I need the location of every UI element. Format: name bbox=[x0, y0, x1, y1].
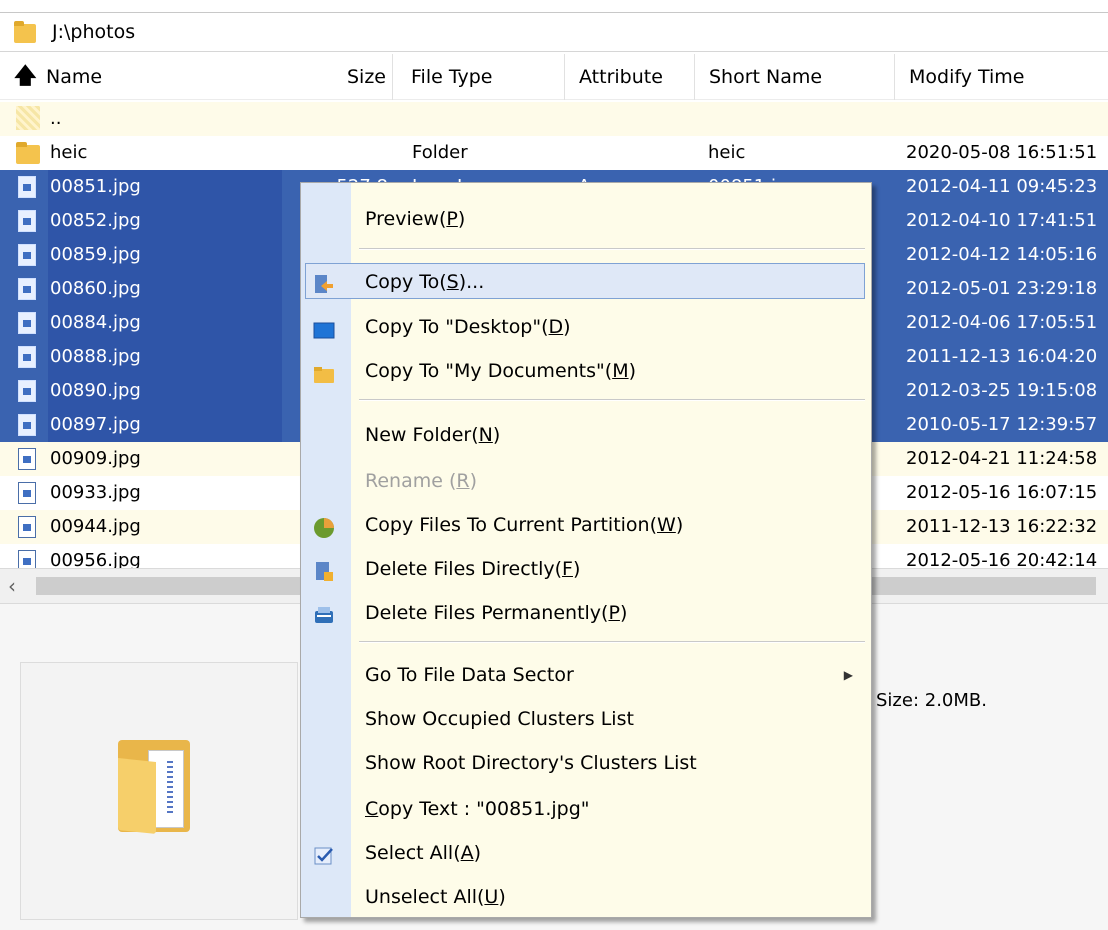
menu-item-delete-files-permanently[interactable]: Delete Files Permanently(P) bbox=[301, 595, 871, 631]
menu-item-show-root-directory-clusters[interactable]: Show Root Directory's Clusters List bbox=[301, 745, 871, 781]
delete-file-icon bbox=[313, 559, 335, 581]
table-row[interactable]: .. bbox=[0, 102, 1108, 136]
cell-size bbox=[280, 136, 388, 170]
menu-item-copy-to-my-documents[interactable]: Copy To "My Documents"(M) bbox=[301, 353, 871, 389]
menu-item-go-to-file-data-sector[interactable]: Go To File Data Sector ▶ bbox=[301, 657, 871, 693]
cell-name: 00852.jpg bbox=[48, 204, 282, 238]
table-row[interactable]: heic Folder heic 2020-05-08 16:51:51 bbox=[0, 136, 1108, 170]
cell-modify-time: 2020-05-08 16:51:51 bbox=[906, 142, 1098, 163]
scroll-left-icon[interactable]: ‹ bbox=[8, 569, 16, 603]
folder-icon bbox=[16, 142, 40, 164]
cell-modify-time: 2012-03-25 19:15:08 bbox=[906, 380, 1098, 401]
image-file-icon bbox=[18, 210, 36, 232]
column-modify-time[interactable]: Modify Time bbox=[894, 54, 1108, 100]
desktop-icon bbox=[313, 317, 335, 339]
cell-name: 00851.jpg bbox=[48, 170, 282, 204]
column-name[interactable]: Name bbox=[46, 54, 330, 100]
menu-item-copy-to-desktop[interactable]: Copy To "Desktop"(D) bbox=[301, 309, 871, 345]
image-file-icon bbox=[18, 448, 36, 470]
cell-name: 00909.jpg bbox=[50, 448, 141, 469]
column-header: 🡅 Name Size File Type Attribute Short Na… bbox=[0, 54, 1108, 100]
cell-modify-time bbox=[906, 102, 1108, 136]
partition-icon bbox=[313, 515, 335, 538]
large-folder-icon bbox=[118, 740, 190, 834]
menu-item-copy-text[interactable]: Copy Text : "00851.jpg" bbox=[301, 791, 871, 827]
cell-attribute bbox=[578, 102, 688, 136]
menu-separator bbox=[359, 248, 865, 250]
copy-to-icon bbox=[313, 272, 335, 293]
menu-separator bbox=[359, 399, 865, 401]
cell-modify-time: 2010-05-17 12:39:57 bbox=[906, 414, 1098, 435]
menu-item-rename: Rename (R) bbox=[365, 470, 477, 492]
cell-name: 00888.jpg bbox=[48, 340, 282, 374]
column-attribute[interactable]: Attribute bbox=[564, 54, 694, 100]
cell-modify-time: 2012-05-01 23:29:18 bbox=[906, 278, 1098, 299]
cell-name: 00897.jpg bbox=[48, 408, 282, 442]
size-info: Size: 2.0MB. bbox=[876, 690, 987, 711]
folder-icon bbox=[313, 361, 335, 383]
image-file-icon bbox=[18, 346, 36, 368]
cell-short-name bbox=[708, 102, 888, 136]
cell-name: 00859.jpg bbox=[48, 238, 282, 272]
cell-name: .. bbox=[50, 108, 62, 129]
cell-modify-time: 2012-04-21 11:24:58 bbox=[906, 448, 1098, 469]
cell-name: heic bbox=[50, 142, 88, 163]
cell-name: 00944.jpg bbox=[50, 516, 141, 537]
cell-file-type bbox=[412, 102, 562, 136]
submenu-arrow-icon: ▶ bbox=[843, 668, 853, 682]
cell-attribute bbox=[578, 136, 688, 170]
cell-short-name: heic bbox=[708, 142, 746, 163]
folder-icon bbox=[14, 21, 36, 43]
cell-file-type: Folder bbox=[412, 142, 468, 163]
cell-modify-time: 2011-12-13 16:22:32 bbox=[906, 516, 1098, 537]
image-file-icon bbox=[18, 414, 36, 436]
column-size[interactable]: Size bbox=[330, 54, 392, 100]
cell-modify-time: 2012-04-12 14:05:16 bbox=[906, 244, 1098, 265]
menu-item-copy-files-to-partition[interactable]: Copy Files To Current Partition(W) bbox=[301, 507, 871, 543]
menu-item-unselect-all[interactable]: Unselect All(U) bbox=[301, 879, 871, 915]
parent-folder-icon bbox=[16, 106, 40, 130]
cell-modify-time: 2012-05-16 20:42:14 bbox=[906, 550, 1098, 568]
cell-modify-time: 2012-04-11 09:45:23 bbox=[906, 176, 1098, 197]
image-file-icon bbox=[18, 482, 36, 504]
menu-item-preview[interactable]: Preview(P) bbox=[301, 201, 871, 237]
menu-item-select-all[interactable]: Select All(A) bbox=[301, 835, 871, 871]
up-arrow-icon[interactable]: 🡅 bbox=[14, 54, 37, 100]
menu-item-delete-files-directly[interactable]: Delete Files Directly(F) bbox=[301, 551, 871, 587]
menu-item-new-folder[interactable]: New Folder(N) bbox=[301, 417, 871, 453]
column-file-type[interactable]: File Type bbox=[392, 54, 564, 100]
cell-name: 00956.jpg bbox=[50, 550, 141, 568]
path-bar: J:\photos bbox=[0, 12, 1108, 52]
image-file-icon bbox=[18, 516, 36, 538]
checkbox-icon bbox=[313, 843, 335, 865]
image-file-icon bbox=[18, 550, 36, 568]
image-file-icon bbox=[18, 380, 36, 402]
cell-modify-time: 2012-04-10 17:41:51 bbox=[906, 210, 1098, 231]
image-file-icon bbox=[18, 312, 36, 334]
cell-modify-time: 2011-12-13 16:04:20 bbox=[906, 346, 1098, 367]
cell-modify-time: 2012-04-06 17:05:51 bbox=[906, 312, 1098, 333]
cell-modify-time: 2012-05-16 16:07:15 bbox=[906, 482, 1098, 503]
image-file-icon bbox=[18, 176, 36, 198]
cell-name: 00884.jpg bbox=[48, 306, 282, 340]
cell-name: 00890.jpg bbox=[48, 374, 282, 408]
image-file-icon bbox=[18, 244, 36, 266]
context-menu: Preview(P) Copy To(S)... Copy To "Deskto… bbox=[300, 182, 872, 918]
cell-size bbox=[280, 102, 388, 136]
cell-name: 00860.jpg bbox=[48, 272, 282, 306]
column-short-name[interactable]: Short Name bbox=[694, 54, 894, 100]
path-text: J:\photos bbox=[52, 21, 136, 43]
menu-item-copy-to[interactable]: Copy To(S)... bbox=[305, 263, 865, 299]
menu-item-show-occupied-clusters[interactable]: Show Occupied Clusters List bbox=[301, 701, 871, 737]
shredder-icon bbox=[313, 603, 335, 623]
cell-name: 00933.jpg bbox=[50, 482, 141, 503]
image-file-icon bbox=[18, 278, 36, 300]
menu-separator bbox=[359, 641, 865, 643]
